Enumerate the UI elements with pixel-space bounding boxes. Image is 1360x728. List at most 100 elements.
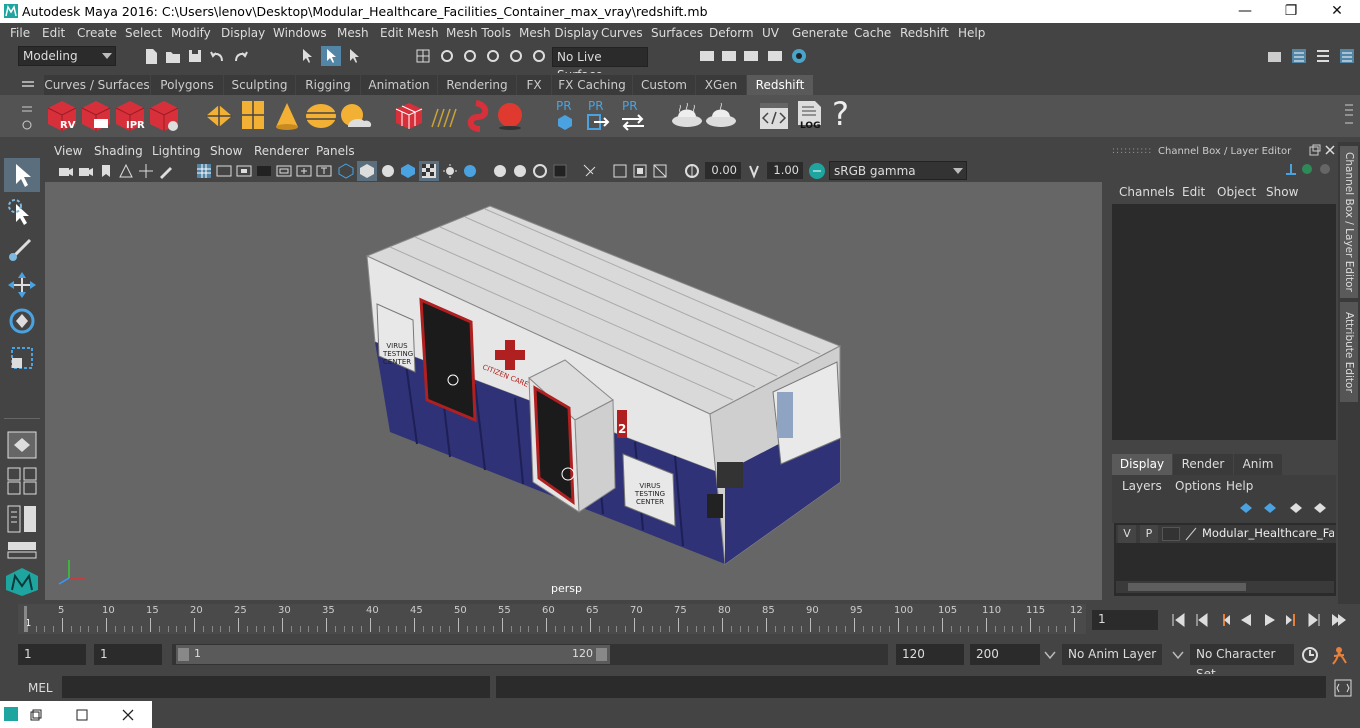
- new-empty-layer-icon[interactable]: [1288, 501, 1304, 515]
- menu-surfaces[interactable]: Surfaces: [651, 26, 703, 40]
- layers-menu[interactable]: Layers: [1122, 479, 1162, 493]
- single-perspective-view-icon[interactable]: [6, 430, 38, 460]
- panel-menu-lighting[interactable]: Lighting: [152, 144, 201, 158]
- menu-generate[interactable]: Generate: [792, 26, 848, 40]
- layer-tab-render[interactable]: Render: [1173, 454, 1233, 475]
- channels-object-menu[interactable]: Object: [1217, 185, 1256, 199]
- safe-action-icon[interactable]: [295, 162, 313, 180]
- maximize-button[interactable]: ❐: [1268, 0, 1314, 23]
- select-by-object-icon[interactable]: [345, 47, 363, 65]
- maya-modeling-toolkit-icon[interactable]: [4, 566, 40, 598]
- panel-menu-shading[interactable]: Shading: [94, 144, 143, 158]
- shelf-menu-icon[interactable]: [22, 81, 34, 89]
- select-by-component-icon[interactable]: [321, 46, 341, 66]
- view-transform-selector[interactable]: sRGB gamma: [829, 161, 967, 180]
- snap-to-curve-icon[interactable]: [438, 47, 456, 65]
- two-d-pan-zoom-icon[interactable]: [137, 162, 155, 180]
- channels-edit-menu[interactable]: Edit: [1182, 185, 1205, 199]
- select-by-hierarchy-icon[interactable]: [298, 47, 316, 65]
- panel-grip[interactable]: ::::::::::: [1112, 146, 1152, 156]
- redshift-script-editor-icon[interactable]: [758, 101, 790, 131]
- chevron-down-icon[interactable]: [1172, 650, 1184, 660]
- panel-menu-view[interactable]: View: [54, 144, 82, 158]
- redo-icon[interactable]: [232, 47, 250, 65]
- layer-tab-display[interactable]: Display: [1112, 454, 1172, 475]
- multisample-aa-icon[interactable]: [511, 162, 529, 180]
- redshift-hair-icon[interactable]: [428, 105, 460, 129]
- minimized-window[interactable]: [0, 701, 152, 728]
- redshift-help-icon[interactable]: ?: [832, 95, 849, 133]
- motion-blur-icon[interactable]: [491, 162, 509, 180]
- current-time-indicator[interactable]: [24, 606, 27, 632]
- tab-xgen[interactable]: XGen: [696, 75, 746, 95]
- workspace-icon[interactable]: [1266, 47, 1284, 65]
- ipr-render-icon[interactable]: [742, 47, 760, 65]
- hud-icon[interactable]: [651, 162, 669, 180]
- redshift-area-light-icon[interactable]: [240, 99, 266, 131]
- shelf-options-icon[interactable]: [20, 101, 34, 131]
- maximize-icon[interactable]: [76, 709, 88, 721]
- toggle-attribute-editor-icon[interactable]: [1314, 47, 1332, 65]
- hyper-icon[interactable]: [1318, 162, 1332, 176]
- open-scene-icon[interactable]: [164, 47, 182, 65]
- redshift-material-icon[interactable]: [670, 101, 704, 131]
- mel-label[interactable]: MEL: [28, 681, 53, 695]
- pr-proxy-export-icon[interactable]: [556, 113, 574, 131]
- redshift-volume-icon[interactable]: [466, 99, 494, 133]
- menu-edit-mesh[interactable]: Edit Mesh: [380, 26, 439, 40]
- step-forward-key-icon[interactable]: [1284, 612, 1300, 628]
- layer-color-swatch[interactable]: [1162, 527, 1180, 541]
- new-scene-icon[interactable]: [142, 47, 160, 65]
- redshift-spot-light-icon[interactable]: [274, 101, 300, 131]
- new-layer-selected-icon[interactable]: [1312, 501, 1328, 515]
- menu-select[interactable]: Select: [125, 26, 162, 40]
- tab-rigging[interactable]: Rigging: [296, 75, 360, 95]
- camera-attributes-icon[interactable]: [77, 162, 95, 180]
- safe-title-icon[interactable]: [315, 162, 333, 180]
- script-editor-icon[interactable]: [1334, 679, 1352, 697]
- range-left-grip[interactable]: [178, 648, 189, 661]
- tab-fx-caching[interactable]: FX Caching: [552, 75, 632, 95]
- character-set-selector[interactable]: No Character Set: [1190, 644, 1294, 681]
- render-settings-icon[interactable]: [766, 47, 784, 65]
- redshift-render-sequence-icon[interactable]: [80, 99, 112, 133]
- move-tool-icon[interactable]: [4, 268, 40, 302]
- menu-mesh-tools[interactable]: Mesh Tools: [446, 26, 511, 40]
- image-plane-icon[interactable]: [117, 162, 135, 180]
- film-gate-icon[interactable]: [215, 162, 233, 180]
- xray-icon[interactable]: [581, 162, 599, 180]
- panel-menu-panels[interactable]: Panels: [316, 144, 355, 158]
- panel-menu-renderer[interactable]: Renderer: [254, 144, 309, 158]
- textured-icon[interactable]: [399, 162, 417, 180]
- menu-display[interactable]: Display: [221, 26, 265, 40]
- options-menu[interactable]: Options: [1175, 479, 1221, 493]
- undo-icon[interactable]: [208, 47, 226, 65]
- tab-rendering[interactable]: Rendering: [438, 75, 516, 95]
- menu-edit[interactable]: Edit: [42, 26, 65, 40]
- speed-icon[interactable]: [1300, 162, 1314, 176]
- menu-mesh[interactable]: Mesh: [337, 26, 369, 40]
- shelf-scroll-icon[interactable]: [1344, 101, 1354, 131]
- xray-joints-icon[interactable]: [611, 162, 629, 180]
- pr-proxy-import-icon[interactable]: [586, 113, 610, 131]
- menu-uv[interactable]: UV: [762, 26, 779, 40]
- use-all-lights-icon[interactable]: [419, 161, 439, 181]
- redshift-sun-sky-icon[interactable]: [338, 99, 374, 131]
- toggle-modeling-toolkit-icon[interactable]: [1290, 47, 1308, 65]
- tab-redshift[interactable]: Redshift: [747, 75, 813, 95]
- select-tool-button[interactable]: [4, 158, 40, 192]
- live-surface-field[interactable]: No Live Surface: [552, 47, 648, 82]
- menu-modify[interactable]: Modify: [171, 26, 211, 40]
- render-frame-icon[interactable]: [698, 47, 716, 65]
- gamma-icon[interactable]: [745, 162, 763, 180]
- screen-space-ao-icon[interactable]: [461, 162, 479, 180]
- tab-custom[interactable]: Custom: [633, 75, 695, 95]
- menu-help[interactable]: Help: [958, 26, 985, 40]
- snap-to-view-plane-icon[interactable]: [484, 47, 502, 65]
- xray-components-icon[interactable]: [631, 162, 649, 180]
- field-chart-icon[interactable]: [275, 162, 293, 180]
- snap-to-grid-icon[interactable]: [414, 47, 432, 65]
- shadows-icon[interactable]: [441, 162, 459, 180]
- lasso-tool-icon[interactable]: [4, 196, 40, 230]
- playback-end-field[interactable]: 120: [896, 644, 964, 665]
